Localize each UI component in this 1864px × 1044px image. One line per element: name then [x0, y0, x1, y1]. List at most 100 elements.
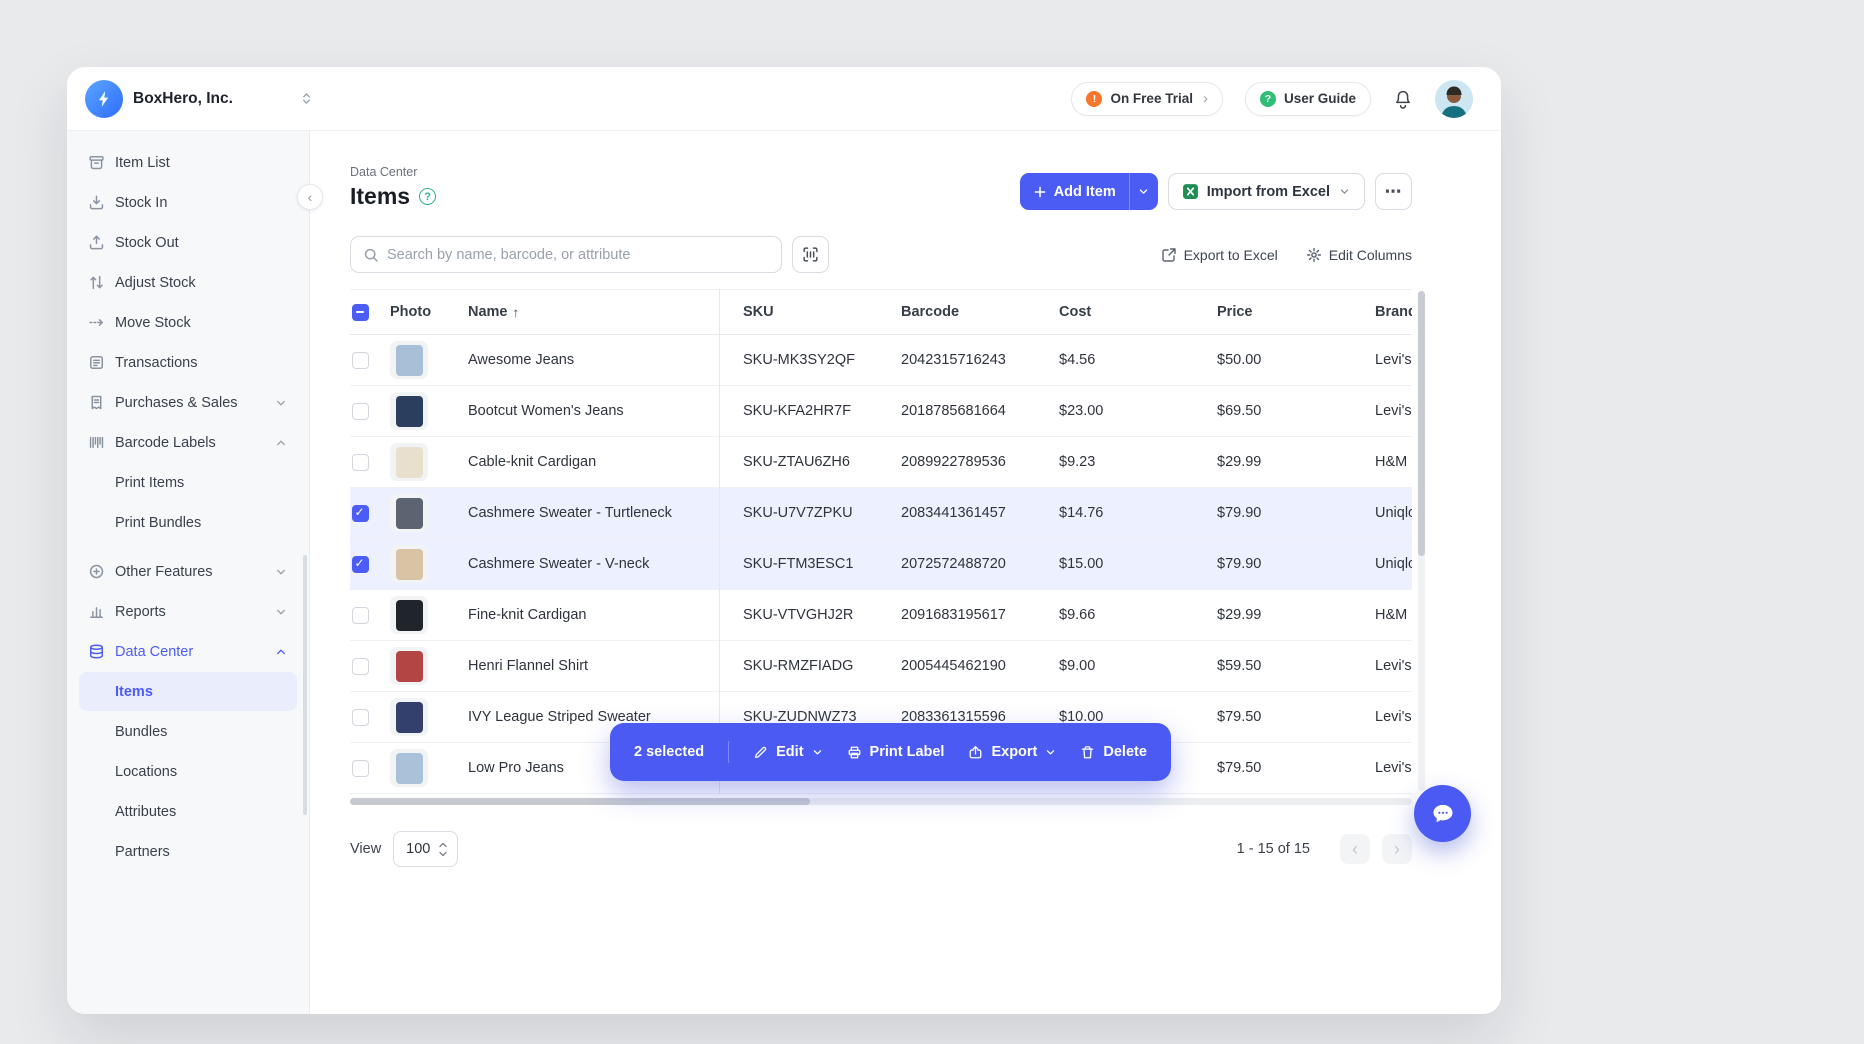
- row-checkbox[interactable]: [352, 607, 369, 624]
- item-cost: $9.00: [1035, 641, 1193, 691]
- sidebar-item-print-bundles[interactable]: Print Bundles: [79, 503, 297, 542]
- item-barcode: 2018785681664: [877, 386, 1035, 436]
- chevron-down-icon: [274, 565, 288, 579]
- sidebar-item-data-center[interactable]: Data Center: [79, 632, 297, 671]
- help-icon[interactable]: ?: [419, 188, 436, 205]
- column-header-cost[interactable]: Cost: [1035, 290, 1193, 334]
- item-photo: [390, 545, 428, 583]
- sidebar-item-items[interactable]: Items: [79, 672, 297, 711]
- add-item-dropdown-button[interactable]: [1129, 173, 1158, 210]
- sidebar-scrollbar[interactable]: [303, 555, 307, 815]
- sidebar-item-transactions[interactable]: Transactions: [79, 343, 297, 382]
- row-checkbox[interactable]: [352, 352, 369, 369]
- table-row[interactable]: Cable-knit Cardigan SKU-ZTAU6ZH6 2089922…: [350, 437, 1412, 488]
- sidebar-item-stock-out[interactable]: Stock Out: [79, 223, 297, 262]
- export-to-excel-button[interactable]: Export to Excel: [1161, 247, 1278, 263]
- sidebar-item-label: Print Bundles: [115, 515, 201, 531]
- sidebar-item-move-stock[interactable]: Move Stock: [79, 303, 297, 342]
- table-row[interactable]: Bootcut Women's Jeans SKU-KFA2HR7F 20187…: [350, 386, 1412, 437]
- item-cost: $15.00: [1035, 539, 1193, 589]
- edit-button[interactable]: Edit: [753, 744, 822, 760]
- item-name: Cashmere Sweater - Turtleneck: [452, 488, 719, 538]
- table-row[interactable]: Awesome Jeans SKU-MK3SY2QF 2042315716243…: [350, 335, 1412, 386]
- pagination-range: 1 - 15 of 15: [1237, 841, 1310, 857]
- arrow-right-dashed-icon: [88, 314, 105, 331]
- add-item-button[interactable]: Add Item: [1020, 173, 1158, 210]
- previous-page-button[interactable]: ‹: [1340, 834, 1370, 864]
- sidebar-item-stock-in[interactable]: Stock In: [79, 183, 297, 222]
- sort-ascending-icon: ↑: [513, 305, 520, 320]
- table-row[interactable]: Cashmere Sweater - V-neck SKU-FTM3ESC1 2…: [350, 539, 1412, 590]
- print-label-button[interactable]: Print Label: [847, 744, 945, 760]
- sidebar-collapse-button[interactable]: ‹: [297, 184, 323, 210]
- sidebar-item-label: Reports: [115, 604, 166, 620]
- column-header-photo[interactable]: Photo: [390, 290, 452, 334]
- breadcrumb: Data Center: [350, 165, 436, 179]
- user-avatar[interactable]: [1435, 80, 1473, 118]
- table-horizontal-scrollbar[interactable]: [350, 798, 1412, 805]
- import-from-excel-button[interactable]: Import from Excel: [1168, 173, 1365, 210]
- item-brand: H&M: [1351, 590, 1412, 640]
- item-sku: SKU-KFA2HR7F: [719, 386, 877, 436]
- item-cost: $9.66: [1035, 590, 1193, 640]
- delete-button[interactable]: Delete: [1080, 744, 1147, 760]
- column-header-barcode[interactable]: Barcode: [877, 290, 1035, 334]
- sidebar-item-locations[interactable]: Locations: [79, 752, 297, 791]
- edit-columns-label: Edit Columns: [1329, 247, 1412, 263]
- receipt-icon: [88, 394, 105, 411]
- row-checkbox[interactable]: [352, 454, 369, 471]
- chat-widget-button[interactable]: [1414, 785, 1471, 842]
- sidebar-item-other-features[interactable]: Other Features: [79, 552, 297, 591]
- column-header-name[interactable]: Name↑: [452, 290, 719, 334]
- row-checkbox[interactable]: [352, 505, 369, 522]
- column-header-brand[interactable]: Brand: [1351, 290, 1412, 334]
- topbar: BoxHero, Inc. ! On Free Trial › ? User G…: [67, 67, 1501, 131]
- sidebar-item-purchases-sales[interactable]: Purchases & Sales: [79, 383, 297, 422]
- company-area: BoxHero, Inc.: [85, 80, 328, 118]
- search-input[interactable]: [387, 247, 769, 263]
- table-row[interactable]: Fine-knit Cardigan SKU-VTVGHJ2R 20916831…: [350, 590, 1412, 641]
- more-options-button[interactable]: ⋯: [1375, 173, 1412, 210]
- topbar-right: ! On Free Trial › ? User Guide: [1071, 80, 1473, 118]
- user-guide-button[interactable]: ? User Guide: [1245, 82, 1371, 116]
- sidebar-item-adjust-stock[interactable]: Adjust Stock: [79, 263, 297, 302]
- sidebar-item-partners[interactable]: Partners: [79, 832, 297, 871]
- sidebar-item-label: Data Center: [115, 644, 193, 660]
- sidebar-item-bundles[interactable]: Bundles: [79, 712, 297, 751]
- row-checkbox[interactable]: [352, 403, 369, 420]
- user-guide-label: User Guide: [1284, 91, 1356, 106]
- column-header-price[interactable]: Price: [1193, 290, 1351, 334]
- sidebar-item-print-items[interactable]: Print Items: [79, 463, 297, 502]
- table-vertical-scrollbar[interactable]: [1418, 291, 1425, 791]
- row-checkbox[interactable]: [352, 658, 369, 675]
- sidebar-item-reports[interactable]: Reports: [79, 592, 297, 631]
- table-row[interactable]: Henri Flannel Shirt SKU-RMZFIADG 2005445…: [350, 641, 1412, 692]
- barcode-scan-button[interactable]: [792, 236, 829, 273]
- item-name: Cashmere Sweater - V-neck: [452, 539, 719, 589]
- free-trial-badge[interactable]: ! On Free Trial ›: [1071, 82, 1223, 116]
- sidebar-item-item-list[interactable]: Item List: [79, 143, 297, 182]
- item-price: $59.50: [1193, 641, 1351, 691]
- edit-columns-button[interactable]: Edit Columns: [1306, 247, 1412, 263]
- search-box: [350, 236, 782, 273]
- column-header-sku[interactable]: SKU: [719, 290, 877, 334]
- selection-count: 2 selected: [634, 744, 704, 760]
- main-content: Data Center Items ? Add Item: [310, 131, 1501, 1014]
- row-checkbox[interactable]: [352, 709, 369, 726]
- item-photo: [390, 494, 428, 532]
- chevron-up-icon: [274, 645, 288, 659]
- excel-icon: [1182, 183, 1199, 200]
- table-row[interactable]: Cashmere Sweater - Turtleneck SKU-U7V7ZP…: [350, 488, 1412, 539]
- notifications-bell-icon[interactable]: [1393, 89, 1413, 109]
- row-checkbox[interactable]: [352, 760, 369, 777]
- select-all-checkbox[interactable]: [352, 304, 369, 321]
- bulk-action-bar: 2 selected Edit Print Label Export: [610, 723, 1171, 781]
- row-checkbox[interactable]: [352, 556, 369, 573]
- item-cost: $4.56: [1035, 335, 1193, 385]
- company-switcher-icon[interactable]: [299, 91, 314, 106]
- next-page-button[interactable]: ›: [1382, 834, 1412, 864]
- sidebar-item-barcode-labels[interactable]: Barcode Labels: [79, 423, 297, 462]
- page-size-select[interactable]: 100: [393, 831, 458, 867]
- export-button[interactable]: Export: [968, 744, 1056, 760]
- sidebar-item-attributes[interactable]: Attributes: [79, 792, 297, 831]
